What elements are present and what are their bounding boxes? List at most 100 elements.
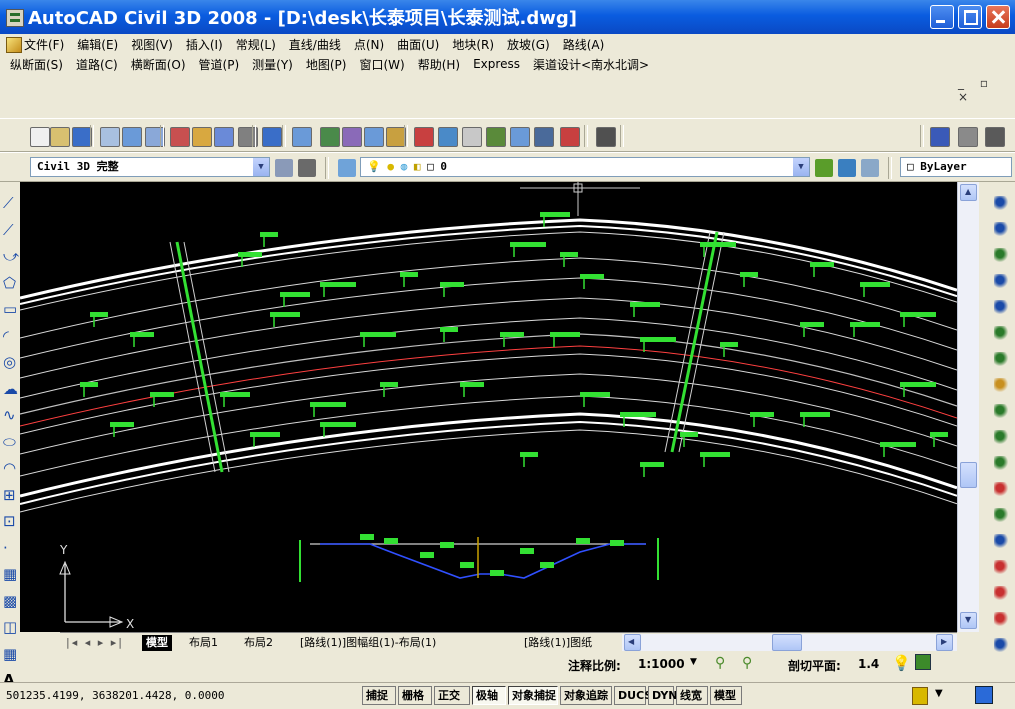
- lineweight-button[interactable]: 线宽: [676, 686, 708, 705]
- scroll-left-button[interactable]: ◀: [624, 634, 641, 651]
- offset-icon[interactable]: [994, 274, 1009, 289]
- insert-block-icon[interactable]: ⊞: [3, 487, 17, 502]
- layer-lock-icon[interactable]: ◍: [401, 160, 408, 173]
- vertical-scrollbar[interactable]: ▲ ▼: [957, 182, 979, 632]
- maximize-button[interactable]: [958, 5, 982, 29]
- extend-icon[interactable]: [994, 456, 1009, 471]
- rectangle-icon[interactable]: ▭: [3, 302, 17, 317]
- grip-edit-icon[interactable]: [994, 612, 1009, 627]
- gradient-icon[interactable]: ▩: [3, 593, 17, 608]
- zoom-window-icon[interactable]: [364, 127, 384, 147]
- menu-item-7[interactable]: 曲面(U): [397, 36, 439, 53]
- ellipse-icon[interactable]: ⬭: [3, 434, 17, 449]
- chevron-down-icon[interactable]: ▼: [690, 657, 697, 667]
- pan-icon[interactable]: [320, 127, 340, 147]
- menu2-item-5[interactable]: 地图(P): [306, 56, 347, 73]
- coordinate-readout[interactable]: 501235.4199, 3638201.4428, 0.0000: [6, 689, 225, 702]
- hatch-icon[interactable]: ▦: [3, 567, 17, 582]
- menu-item-8[interactable]: 地块(R): [452, 36, 494, 53]
- line-icon[interactable]: ⟋: [3, 196, 17, 211]
- explode-icon[interactable]: [994, 586, 1009, 601]
- menu-item-4[interactable]: 常规(L): [236, 36, 276, 53]
- ducs-button[interactable]: DUCS: [614, 686, 652, 705]
- menu-item-9[interactable]: 放坡(G): [507, 36, 550, 53]
- table-style-icon[interactable]: [985, 127, 1005, 147]
- zoom-previous-icon[interactable]: [386, 127, 406, 147]
- ortho-button[interactable]: 正交: [434, 686, 470, 705]
- construction-line-icon[interactable]: ⟋: [3, 222, 17, 237]
- region-icon[interactable]: ◫: [3, 620, 17, 635]
- break-icon[interactable]: [994, 482, 1009, 497]
- chevron-down-icon[interactable]: ▼: [253, 158, 269, 176]
- menu2-item-4[interactable]: 测量(Y): [252, 56, 293, 73]
- scroll-right-button[interactable]: ▶: [936, 634, 953, 651]
- copy-icon[interactable]: [192, 127, 212, 147]
- menu-item-5[interactable]: 直线/曲线: [289, 36, 341, 53]
- annotation-visibility-icon[interactable]: ⚲: [715, 655, 725, 671]
- menu-item-2[interactable]: 视图(V): [131, 36, 173, 53]
- plot-preview-icon[interactable]: [122, 127, 142, 147]
- scroll-up-button[interactable]: ▲: [960, 184, 977, 201]
- menu2-item-7[interactable]: 帮助(H): [418, 56, 460, 73]
- tab-sheet-layout[interactable]: [路线(1)]图幅组(1)-布局(1): [296, 635, 440, 651]
- chevron-down-icon[interactable]: ▼: [793, 158, 809, 176]
- tab-navigation-arrows[interactable]: |◂ ◂ ▸ ▸|: [62, 635, 128, 651]
- tool-palettes-icon[interactable]: [462, 127, 482, 147]
- save-icon[interactable]: [72, 127, 92, 147]
- annotation-scale-value[interactable]: 1:1000: [638, 657, 685, 671]
- ellipse-arc-icon[interactable]: ◠: [3, 461, 17, 476]
- join-icon[interactable]: [994, 508, 1009, 523]
- lightbulb-icon[interactable]: 💡: [892, 654, 911, 672]
- grid-button[interactable]: 栅格: [398, 686, 432, 705]
- menu2-item-9[interactable]: 渠道设计<南水北调>: [533, 56, 649, 73]
- minimize-button[interactable]: [930, 5, 954, 29]
- polar-button[interactable]: 极轴: [472, 686, 506, 705]
- circle-icon[interactable]: ◎: [3, 355, 17, 370]
- layer-properties-icon[interactable]: [338, 159, 356, 177]
- drawing-canvas[interactable]: Y X: [20, 182, 957, 632]
- auto-scale-icon[interactable]: ⚲: [742, 655, 752, 671]
- menu-item-1[interactable]: 编辑(E): [77, 36, 118, 53]
- tab-model[interactable]: 模型: [142, 635, 172, 651]
- redo-icon[interactable]: [292, 127, 312, 147]
- layer-previous-icon[interactable]: [838, 159, 856, 177]
- markup-icon[interactable]: [510, 127, 530, 147]
- clean-screen-icon[interactable]: [975, 686, 993, 704]
- polygon-icon[interactable]: ⬠: [3, 275, 17, 290]
- stretch-icon[interactable]: [994, 404, 1009, 419]
- horizontal-scrollbar[interactable]: ◀ ▶: [622, 634, 957, 651]
- spline-icon[interactable]: ∿: [3, 408, 17, 423]
- scroll-thumb[interactable]: [960, 462, 977, 488]
- sheet-set-icon[interactable]: [486, 127, 506, 147]
- chamfer-icon[interactable]: [994, 534, 1009, 549]
- arc-icon[interactable]: ◜: [3, 328, 17, 343]
- help-icon[interactable]: [596, 127, 616, 147]
- point-icon[interactable]: ·: [3, 540, 17, 555]
- otrack-button[interactable]: 对象追踪: [560, 686, 612, 705]
- open-icon[interactable]: [50, 127, 70, 147]
- tab-layout2[interactable]: 布局2: [240, 635, 277, 651]
- layer-dropdown[interactable]: 💡 ● ◍ ◧ □ 0 ▼: [360, 157, 810, 177]
- copy-object-icon[interactable]: [994, 222, 1009, 237]
- linetype-dropdown[interactable]: □ ByLayer: [900, 157, 1012, 177]
- section-plane-value[interactable]: 1.4: [858, 657, 879, 671]
- text-style-icon[interactable]: [930, 127, 950, 147]
- menu2-item-3[interactable]: 管道(P): [199, 56, 240, 73]
- plot-icon[interactable]: [100, 127, 120, 147]
- properties-icon[interactable]: [414, 127, 434, 147]
- revision-cloud-icon[interactable]: ☁: [3, 381, 18, 396]
- menu2-item-2[interactable]: 横断面(O): [131, 56, 186, 73]
- workspace-dropdown[interactable]: Civil 3D 完整 ▼: [30, 157, 270, 177]
- workspace-lock-icon[interactable]: [298, 159, 316, 177]
- tray-settings-icon[interactable]: [915, 654, 931, 670]
- make-current-layer-icon[interactable]: [815, 159, 833, 177]
- menu2-item-0[interactable]: 纵断面(S): [10, 56, 63, 73]
- vertex-icon[interactable]: [994, 638, 1009, 653]
- menu2-item-1[interactable]: 道路(C): [76, 56, 118, 73]
- rotate-icon[interactable]: [994, 352, 1009, 367]
- close-button[interactable]: [986, 5, 1010, 29]
- move-icon[interactable]: [994, 326, 1009, 341]
- zoom-realtime-icon[interactable]: [342, 127, 362, 147]
- menu-item-6[interactable]: 点(N): [354, 36, 384, 53]
- table-icon[interactable]: ▦: [3, 646, 17, 661]
